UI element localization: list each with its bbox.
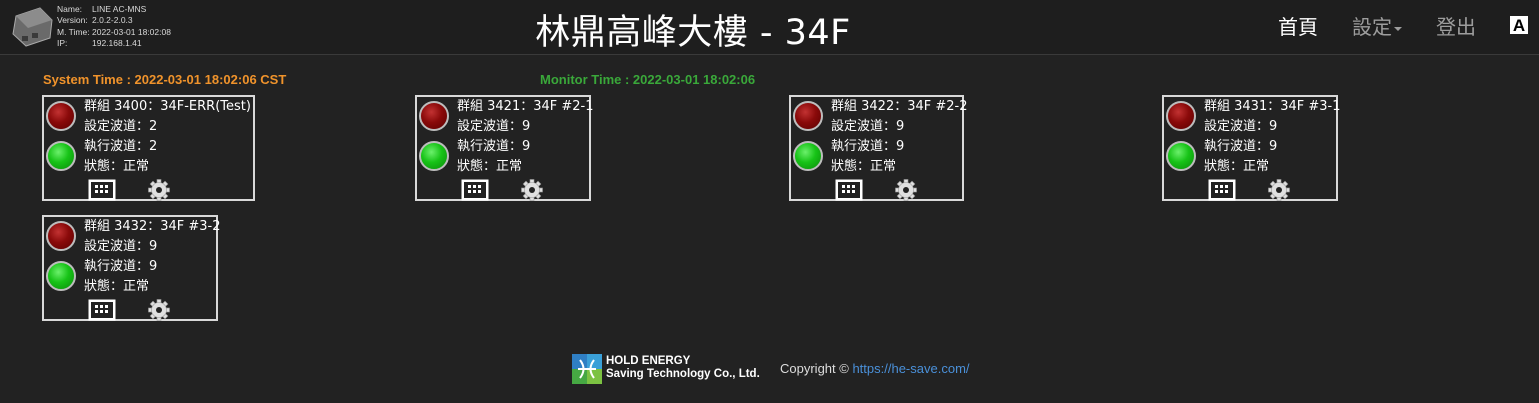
green-led-icon: [1166, 141, 1196, 171]
group-set-channel: 設定波道：9: [84, 239, 158, 254]
keypad-icon[interactable]: [1208, 179, 1236, 201]
keypad-icon[interactable]: [461, 179, 489, 201]
monitor-time: Monitor Time : 2022-03-01 18:02:06: [540, 72, 756, 87]
group-title: 群組 3422：34F #2-2: [831, 99, 968, 114]
group-status: 狀態：正常: [1204, 159, 1270, 174]
group-run-channel: 執行波道：9: [1204, 139, 1278, 154]
group-set-channel: 設定波道：9: [831, 119, 905, 134]
company-name-line2: Saving Technology Co., Ltd.: [606, 368, 760, 380]
company-logo-icon: [572, 354, 602, 384]
nav-home-link[interactable]: 首頁: [1278, 11, 1318, 40]
gear-icon[interactable]: [148, 179, 170, 201]
nav-settings-label: 設定: [1352, 15, 1392, 39]
company-website-link[interactable]: https://he-save.com/: [852, 361, 969, 376]
red-led-icon: [46, 221, 76, 251]
group-card: 群組 3421：34F #2-1 設定波道：9 執行波道：9 狀態：正常: [415, 95, 594, 201]
green-led-icon: [46, 261, 76, 291]
nav-logout-link[interactable]: 登出: [1436, 11, 1476, 40]
group-set-channel: 設定波道：2: [84, 119, 158, 134]
green-led-icon: [793, 141, 823, 171]
page-title: 林鼎高峰大樓 - 34F: [535, 13, 851, 53]
keypad-icon[interactable]: [88, 179, 116, 201]
group-card: 群組 3422：34F #2-2 設定波道：9 執行波道：9 狀態：正常: [789, 95, 968, 201]
group-card: 群組 3400：34F-ERR(Test) 設定波道：2 執行波道：2 狀態：正…: [42, 95, 255, 201]
group-run-channel: 執行波道：9: [457, 139, 531, 154]
group-run-channel: 執行波道：9: [84, 259, 158, 274]
group-set-channel: 設定波道：9: [457, 119, 531, 134]
copyright: Copyright © https://he-save.com/: [780, 361, 970, 376]
group-run-channel: 執行波道：2: [84, 139, 158, 154]
gear-icon[interactable]: [1268, 179, 1290, 201]
group-set-channel: 設定波道：9: [1204, 119, 1278, 134]
green-led-icon: [419, 141, 449, 171]
group-title: 群組 3421：34F #2-1: [457, 99, 594, 114]
system-time: System Time : 2022-03-01 18:02:06 CST: [43, 72, 287, 87]
company-name: HOLD ENERGY Saving Technology Co., Ltd.: [606, 355, 760, 381]
group-card: 群組 3431：34F #3-1 設定波道：9 執行波道：9 狀態：正常: [1162, 95, 1341, 201]
group-status: 狀態：正常: [84, 159, 150, 174]
green-led-icon: [46, 141, 76, 171]
company-name-line1: HOLD ENERGY: [606, 355, 691, 367]
red-led-icon: [793, 101, 823, 131]
gear-icon[interactable]: [148, 299, 170, 321]
red-led-icon: [46, 101, 76, 131]
top-navbar: Name: LINE AC-MNS Version: 2.0.2-2.0.3 M. …: [0, 0, 1539, 55]
red-led-icon: [419, 101, 449, 131]
group-status: 狀態：正常: [457, 159, 523, 174]
group-title: 群組 3400：34F-ERR(Test): [84, 99, 251, 114]
copyright-text: Copyright ©: [780, 361, 849, 376]
nav-settings-dropdown[interactable]: 設定: [1352, 11, 1402, 40]
gear-icon[interactable]: [521, 179, 543, 201]
red-led-icon: [1166, 101, 1196, 131]
caret-down-icon: [1394, 26, 1402, 31]
group-card: 群組 3432：34F #3-2 設定波道：9 執行波道：9 狀態：正常: [42, 215, 221, 321]
keypad-icon[interactable]: [88, 299, 116, 321]
keypad-icon[interactable]: [835, 179, 863, 201]
group-status: 狀態：正常: [84, 279, 150, 294]
gear-icon[interactable]: [895, 179, 917, 201]
group-title: 群組 3432：34F #3-2: [84, 219, 221, 234]
group-title: 群組 3431：34F #3-1: [1204, 99, 1341, 114]
group-run-channel: 執行波道：9: [831, 139, 905, 154]
font-size-toggle-button[interactable]: A: [1510, 16, 1528, 35]
group-status: 狀態：正常: [831, 159, 897, 174]
